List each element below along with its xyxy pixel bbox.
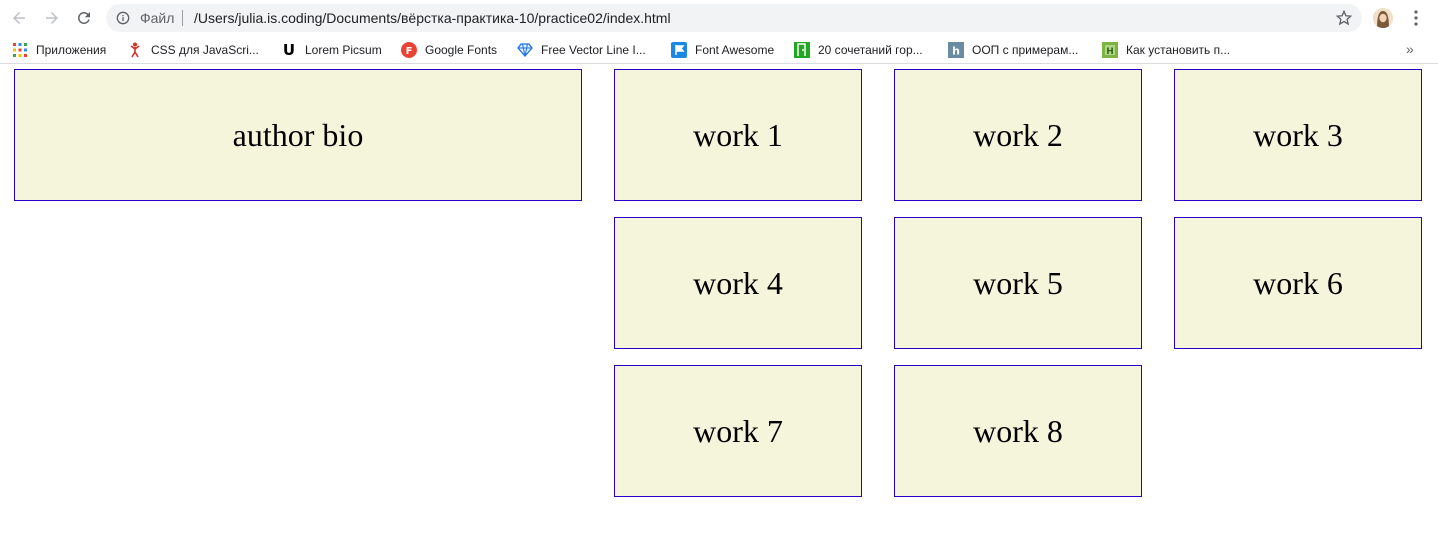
diamond-icon (517, 42, 533, 58)
habr-icon: h (948, 42, 964, 58)
bookmark-label: Приложения (36, 43, 107, 57)
work-label: work 2 (973, 116, 1063, 153)
bookmark-20-color-combos[interactable]: 20 сочетаний гор... (794, 41, 923, 59)
work-box-7: work 7 (614, 365, 862, 497)
bookmark-label: ООП с примерам... (972, 43, 1079, 57)
work-label: work 6 (1253, 264, 1343, 301)
browser-toolbar: Файл /Users/julia.is.coding/Documents/вё… (0, 0, 1438, 36)
work-label: work 1 (693, 116, 783, 153)
door-icon (794, 42, 810, 58)
bookmark-free-vector[interactable]: Free Vector Line I... (517, 41, 646, 59)
bookmark-label: Free Vector Line I... (541, 43, 646, 57)
svg-text:F: F (406, 46, 413, 57)
work-box-3: work 3 (1174, 69, 1422, 201)
bookmark-google-fonts[interactable]: F Google Fonts (401, 41, 497, 59)
google-fonts-icon: F (401, 42, 417, 58)
apps-grid-icon (12, 42, 28, 58)
arrow-right-icon (46, 12, 58, 24)
star-icon[interactable] (1336, 10, 1352, 26)
arrow-left-icon (13, 12, 25, 24)
work-box-8: work 8 (894, 365, 1142, 497)
work-box-6: work 6 (1174, 217, 1422, 349)
bookmark-label: Как установить п... (1126, 43, 1231, 57)
bookmark-label: Google Fonts (425, 43, 498, 57)
bookmarks-bar: Приложения CSS для JavaScri... U Lorem P… (0, 36, 1438, 64)
work-box-5: work 5 (894, 217, 1142, 349)
avatar-icon (1373, 8, 1393, 28)
bookmark-font-awesome[interactable]: Font Awesome (671, 41, 774, 59)
bookmark-css-for-js[interactable]: CSS для JavaScri... (127, 41, 259, 59)
back-button[interactable] (9, 8, 29, 28)
work-label: work 7 (693, 412, 783, 449)
svg-text:H: H (1106, 47, 1114, 57)
lorem-picsum-icon: U (282, 41, 296, 59)
flag-icon (671, 42, 687, 58)
bookmark-label: Font Awesome (695, 43, 775, 57)
author-bio-box: author bio (14, 69, 582, 201)
bookmark-label: CSS для JavaScri... (151, 43, 259, 57)
work-box-1: work 1 (614, 69, 862, 201)
bookmark-oop-examples[interactable]: h ООП с примерам... (948, 41, 1078, 59)
reload-button[interactable] (74, 8, 94, 28)
forward-button[interactable] (42, 8, 62, 28)
work-label: work 8 (973, 412, 1063, 449)
bookmark-lorem-picsum[interactable]: U Lorem Picsum (281, 41, 382, 59)
css-figure-icon (127, 42, 143, 58)
file-scheme-label: Файл (140, 10, 175, 26)
vertical-dots-icon (1414, 10, 1418, 26)
browser-menu-button[interactable] (1408, 8, 1424, 28)
work-box-4: work 4 (614, 217, 862, 349)
h-green-icon: H (1102, 42, 1118, 58)
page-content: author bio work 1 work 2 work 3 work 4 w… (0, 69, 1438, 536)
divider (182, 10, 183, 26)
url-text[interactable]: /Users/julia.is.coding/Documents/вёрстка… (194, 10, 671, 26)
address-bar[interactable]: Файл /Users/julia.is.coding/Documents/вё… (106, 4, 1362, 32)
work-box-2: work 2 (894, 69, 1142, 201)
bookmark-label: Lorem Picsum (305, 43, 382, 57)
work-label: work 5 (973, 264, 1063, 301)
work-label: work 3 (1253, 116, 1343, 153)
svg-text:h: h (952, 45, 960, 58)
bookmarks-overflow-icon[interactable]: » (1406, 41, 1414, 57)
reload-icon (77, 11, 90, 24)
bookmark-apps[interactable]: Приложения (12, 41, 106, 59)
bookmark-label: 20 сочетаний гор... (818, 43, 923, 57)
bookmark-how-to-install[interactable]: H Как установить п... (1102, 41, 1230, 59)
work-label: work 4 (693, 264, 783, 301)
info-icon[interactable] (116, 11, 130, 25)
profile-avatar[interactable] (1373, 8, 1393, 28)
author-bio-text: author bio (232, 116, 364, 153)
